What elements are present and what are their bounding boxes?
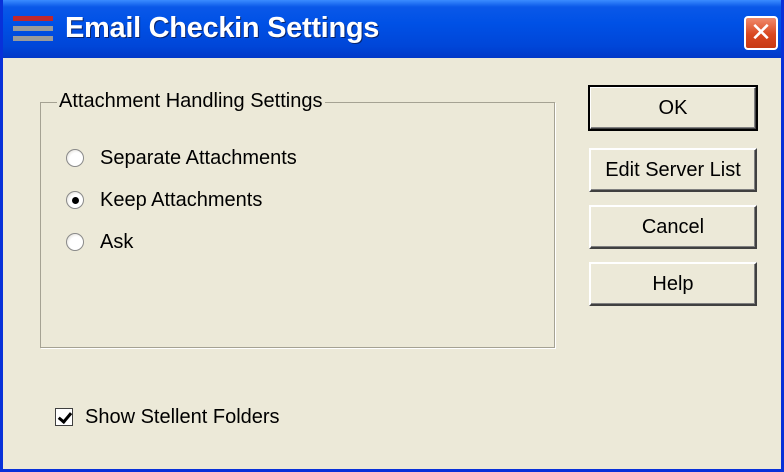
edit-server-list-button[interactable]: Edit Server List	[589, 148, 757, 192]
radio-button-selected[interactable]	[66, 191, 84, 209]
group-legend: Attachment Handling Settings	[57, 89, 325, 113]
cancel-button[interactable]: Cancel	[589, 205, 757, 249]
radio-button[interactable]	[66, 149, 84, 167]
attachment-handling-group	[40, 102, 555, 348]
ok-button[interactable]: OK	[588, 85, 758, 131]
checkbox-label: Show Stellent Folders	[85, 405, 280, 428]
window-title: Email Checkin Settings	[65, 12, 380, 44]
radio-button[interactable]	[66, 233, 84, 251]
title-bar[interactable]: Email Checkin Settings ✕	[3, 0, 781, 58]
radio-label: Keep Attachments	[100, 188, 263, 211]
radio-label: Separate Attachments	[100, 146, 297, 169]
radio-keep-attachments[interactable]: Keep Attachments	[66, 187, 262, 213]
radio-ask[interactable]: Ask	[66, 229, 133, 255]
dialog-window: Email Checkin Settings ✕ Attachment Hand…	[0, 0, 784, 472]
app-window-icon	[13, 16, 53, 42]
close-icon: ✕	[750, 17, 772, 47]
show-stellent-folders-checkbox-row[interactable]: Show Stellent Folders	[55, 404, 280, 430]
close-button[interactable]: ✕	[744, 16, 778, 50]
radio-label: Ask	[100, 230, 134, 253]
radio-separate-attachments[interactable]: Separate Attachments	[66, 145, 297, 171]
help-button[interactable]: Help	[589, 262, 757, 306]
show-stellent-folders-checkbox[interactable]	[55, 408, 73, 426]
